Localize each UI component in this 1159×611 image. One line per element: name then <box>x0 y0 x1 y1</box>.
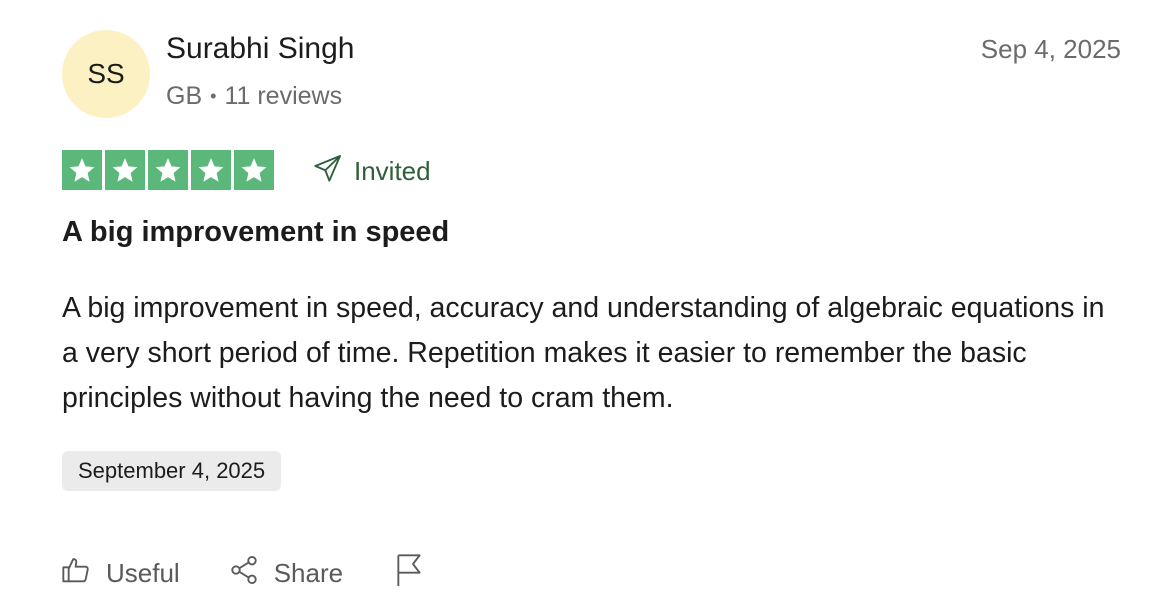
reviewer-meta: GB • 11 reviews <box>166 82 342 111</box>
report-button[interactable] <box>393 552 425 595</box>
invited-badge[interactable]: Invited <box>312 152 431 191</box>
review-date: Sep 4, 2025 <box>980 34 1121 64</box>
avatar[interactable]: SS <box>62 30 150 118</box>
reviewer-name[interactable]: Surabhi Singh <box>166 32 354 66</box>
meta-separator: • <box>210 86 217 106</box>
share-label: Share <box>273 558 344 588</box>
star-icon <box>191 150 231 190</box>
star-rating <box>62 150 274 190</box>
date-of-experience-badge: September 4, 2025 <box>62 451 282 491</box>
star-icon <box>234 150 274 190</box>
invited-label: Invited <box>354 156 431 186</box>
useful-label: Useful <box>106 558 180 588</box>
flag-icon <box>393 552 425 595</box>
review-body: A big improvement in speed, accuracy and… <box>62 292 1105 414</box>
avatar-initials: SS <box>87 58 125 89</box>
useful-button[interactable]: Useful <box>60 554 180 593</box>
share-icon <box>228 554 260 593</box>
reviewer-country: GB <box>166 82 203 110</box>
reviewer-review-count: 11 reviews <box>224 82 343 110</box>
star-icon <box>148 150 188 190</box>
review-actions: Useful Share <box>60 552 425 595</box>
star-icon <box>62 150 102 190</box>
star-icon <box>105 150 145 190</box>
thumbs-up-icon <box>60 554 92 593</box>
review-title[interactable]: A big improvement in speed <box>62 216 449 249</box>
paper-plane-icon <box>312 152 344 191</box>
share-button[interactable]: Share <box>228 554 343 593</box>
